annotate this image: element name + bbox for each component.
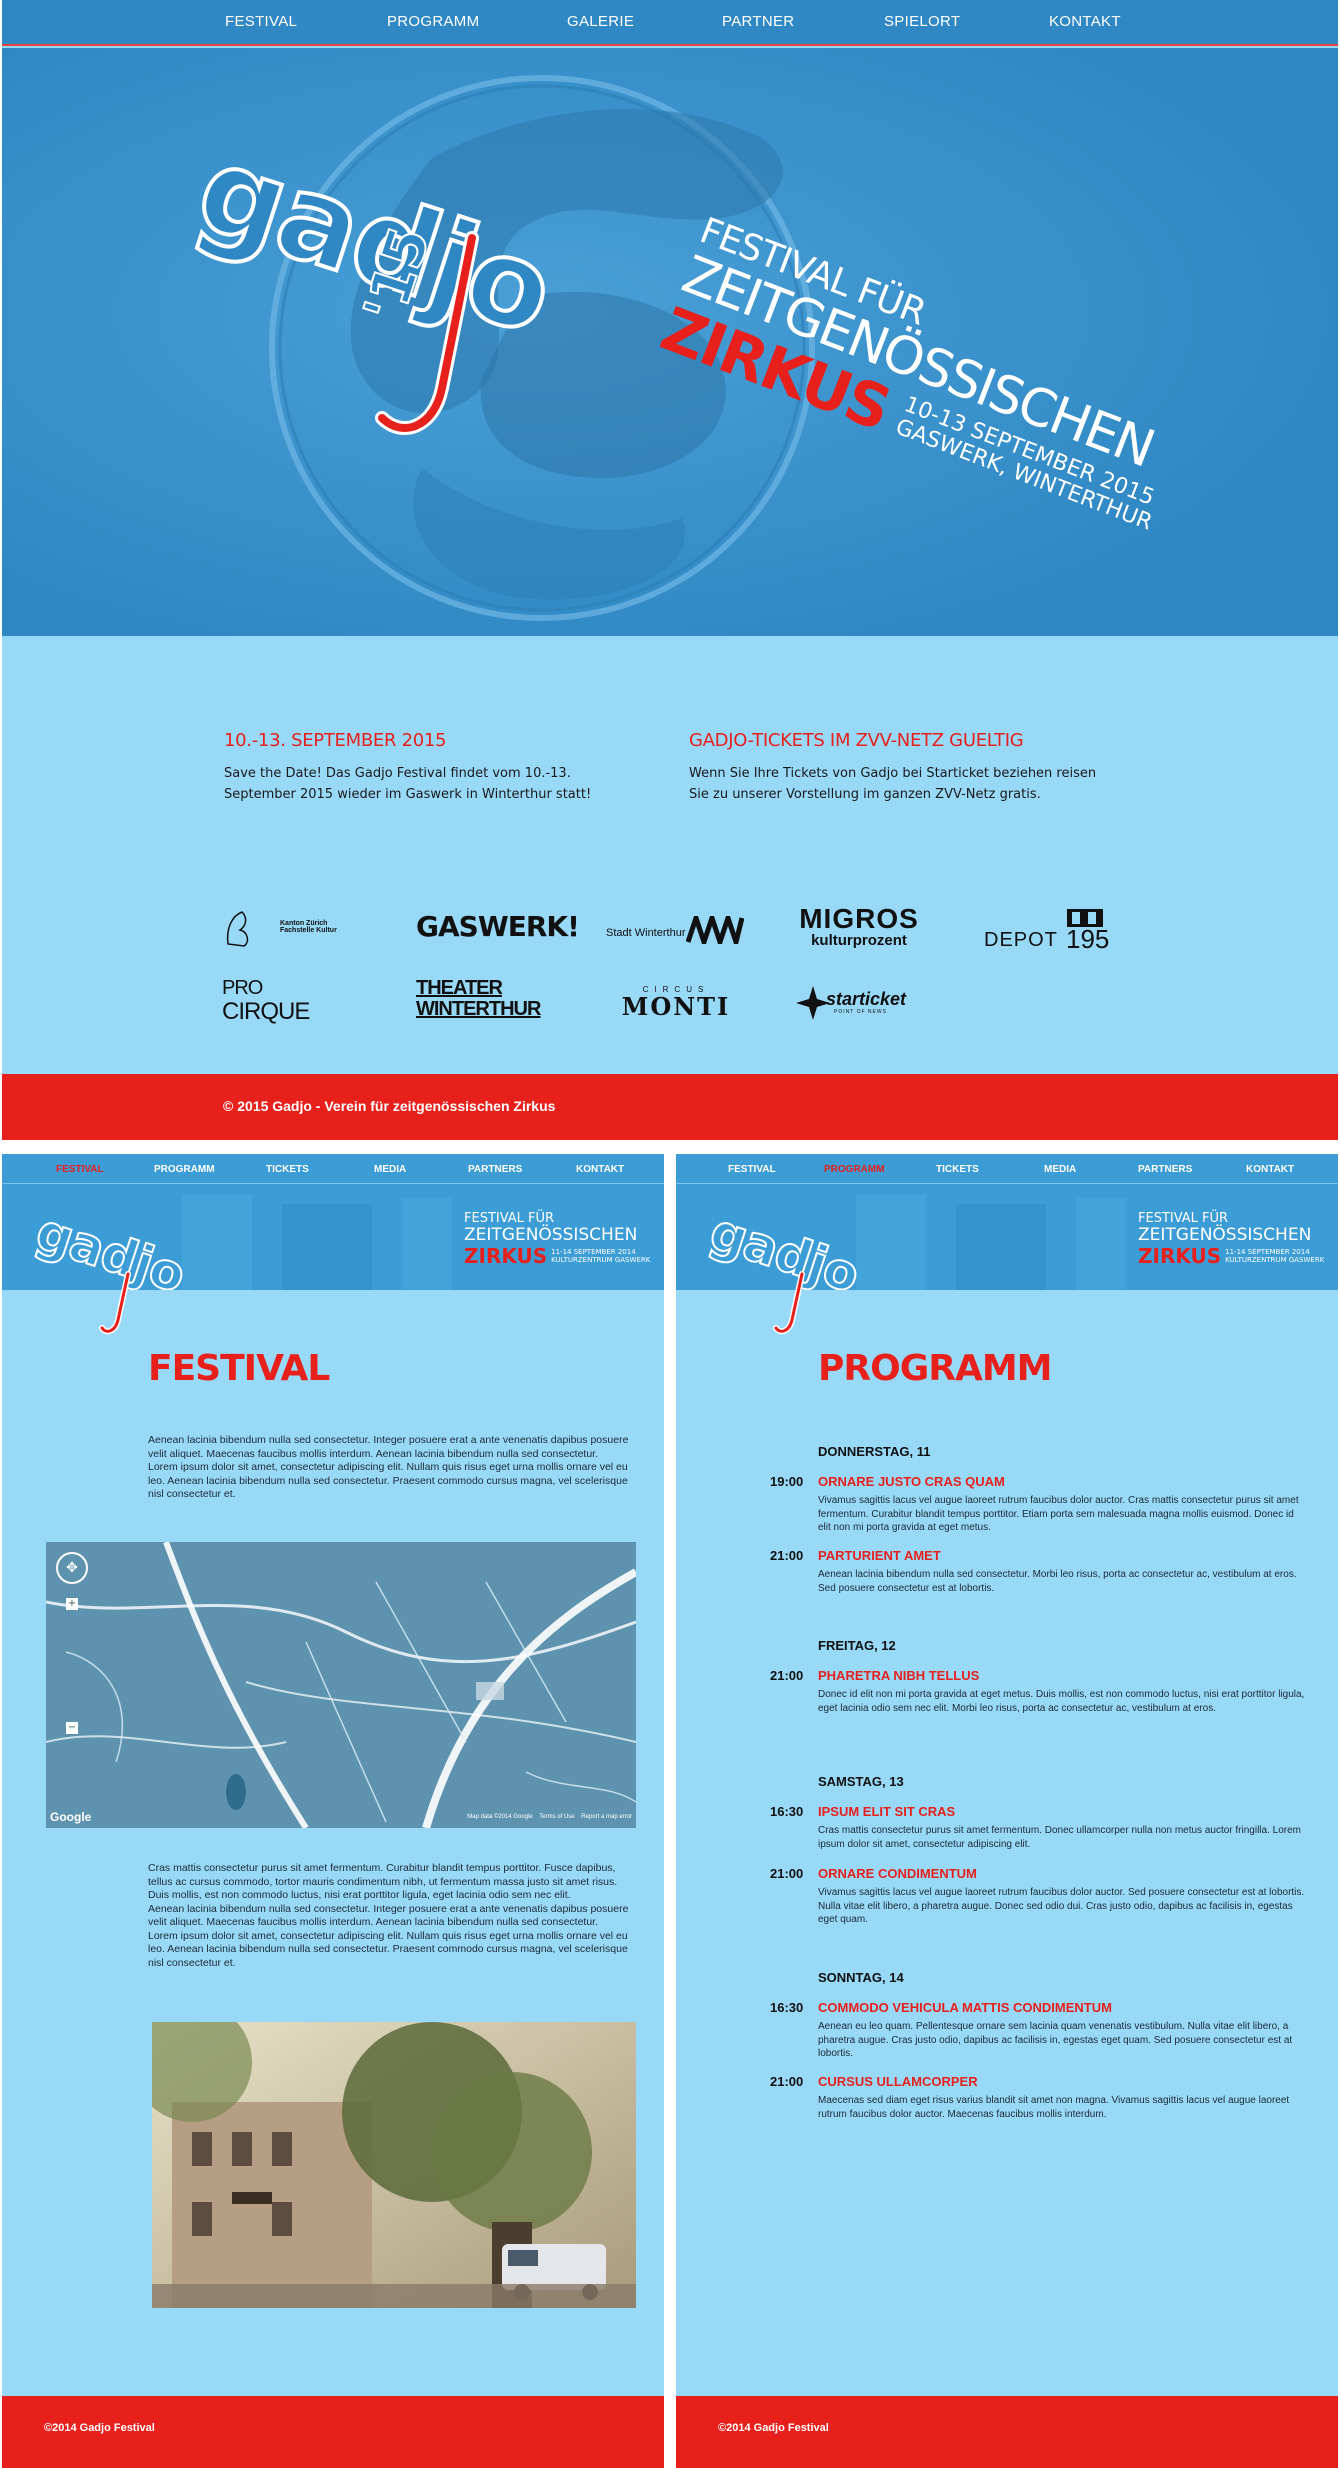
festival-page: FESTIVAL PROGRAMM TICKETS MEDIA PARTNERS…	[2, 1154, 664, 2468]
sponsor-pro-cirque[interactable]: PRO CIRQUE	[222, 978, 332, 1025]
event-title[interactable]: ORNARE JUSTO CRAS QUAM	[818, 1474, 1005, 1489]
day-heading: SONNTAG, 14	[818, 1970, 904, 1985]
event-time: 21:00	[770, 1548, 804, 1563]
subnav-media[interactable]: MEDIA	[374, 1164, 406, 1175]
logo-j-hook-icon	[375, 231, 479, 435]
programm-copyright: ©2014 Gadjo Festival	[718, 2422, 829, 2434]
event-time: 21:00	[770, 1668, 804, 1683]
gaswerk-building-image	[152, 2022, 636, 2308]
subnav-kontakt[interactable]: KONTAKT	[576, 1164, 624, 1175]
event-description: Cras mattis consectetur purus sit amet f…	[818, 1825, 1301, 1850]
festival-footer: ©2014 Gadjo Festival	[2, 2396, 664, 2468]
main-nav: FESTIVAL PROGRAMM GALERIE PARTNER SPIELO…	[2, 0, 1338, 46]
location-map[interactable]: ✥ + − Google Map data ©2014 Google Terms…	[46, 1542, 636, 1828]
map-google-label: Google	[50, 1810, 92, 1824]
festival-copyright: ©2014 Gadjo Festival	[44, 2422, 155, 2434]
star-icon	[796, 986, 830, 1020]
subnav-tickets[interactable]: TICKETS	[266, 1164, 309, 1175]
festival-body-text: Cras mattis consectetur purus sit amet f…	[148, 1862, 629, 1969]
event-time: 21:00	[770, 1866, 804, 1881]
event-description: Maecenas sed diam eget risus varius blan…	[818, 2095, 1290, 2120]
venue-photo	[152, 2022, 636, 2308]
nav-galerie[interactable]: GALERIE	[567, 13, 634, 30]
subnav-festival[interactable]: FESTIVAL	[728, 1164, 776, 1175]
sponsor-migros[interactable]: MIGROS kulturprozent	[794, 904, 924, 949]
nav-partner[interactable]: PARTNER	[722, 13, 794, 30]
programm-subnav: FESTIVAL PROGRAMM TICKETS MEDIA PARTNERS…	[676, 1154, 1338, 1184]
info-date-text: Save the Date! Das Gadjo Festival findet…	[224, 766, 592, 802]
event-time: 16:30	[770, 1804, 804, 1819]
info-date-heading: 10.-13. SEPTEMBER 2015	[224, 730, 447, 751]
festival-subnav: FESTIVAL PROGRAMM TICKETS MEDIA PARTNERS…	[2, 1154, 664, 1184]
subnav-kontakt[interactable]: KONTAKT	[1246, 1164, 1294, 1175]
sponsor-theater-winterthur[interactable]: THEATER WINTERTHUR	[416, 978, 546, 1020]
programm-footer: ©2014 Gadjo Festival	[676, 2396, 1338, 2468]
logo-j-hook-icon	[99, 1271, 131, 1335]
event-time: 16:30	[770, 2000, 804, 2015]
nav-kontakt[interactable]: KONTAKT	[1049, 13, 1121, 30]
hero-banner: gadjo '15 FESTIVAL FÜR ZEITGENÖSSISCHEN …	[2, 48, 1338, 636]
event-title[interactable]: COMMODO VEHICULA MATTIS CONDIMENTUM	[818, 2000, 1112, 2015]
festival-slogan-small: FESTIVAL FÜR ZEITGENÖSSISCHEN ZIRKUS 11-1…	[464, 1211, 651, 1268]
subnav-partners[interactable]: PARTNERS	[1138, 1164, 1192, 1175]
event-title[interactable]: ORNARE CONDIMENTUM	[818, 1866, 977, 1881]
sponsor-circus-monti[interactable]: CIRCUS MONTI	[606, 985, 746, 1019]
info-tickets-text: Wenn Sie Ihre Tickets von Gadjo bei Star…	[689, 766, 1097, 802]
winterthur-emblem-icon	[686, 916, 744, 944]
subnav-programm[interactable]: PROGRAMM	[824, 1164, 885, 1175]
subnav-festival[interactable]: FESTIVAL	[56, 1164, 104, 1175]
page-title: FESTIVAL	[148, 1348, 330, 1389]
logo-j-hook-icon	[773, 1271, 805, 1335]
map-pan-control-icon[interactable]: ✥	[56, 1552, 88, 1584]
subnav-partners[interactable]: PARTNERS	[468, 1164, 522, 1175]
info-tickets-heading: GADJO-TICKETS IM ZVV-NETZ GUELTIG	[689, 730, 1024, 751]
sponsor-stadt-winterthur[interactable]: Stadt Winterthur	[606, 927, 685, 940]
subnav-programm[interactable]: PROGRAMM	[154, 1164, 215, 1175]
page-root: FESTIVAL PROGRAMM GALERIE PARTNER SPIELO…	[0, 0, 1340, 2468]
info-tickets: GADJO-TICKETS IM ZVV-NETZ GUELTIG Wenn S…	[689, 730, 1119, 805]
landing-page: FESTIVAL PROGRAMM GALERIE PARTNER SPIELO…	[2, 0, 1338, 1140]
landing-footer: © 2015 Gadjo - Verein für zeitgenössisch…	[2, 1074, 1338, 1140]
map-zoom-out-icon[interactable]: −	[66, 1722, 78, 1734]
sponsor-logos: Kanton Zürich Fachstelle Kultur GASWERK!…	[222, 903, 1110, 1025]
nav-festival[interactable]: FESTIVAL	[225, 13, 297, 30]
programm-slogan-small: FESTIVAL FÜR ZEITGENÖSSISCHEN ZIRKUS 11-1…	[1138, 1211, 1325, 1268]
sponsor-gaswerk[interactable]: GASWERK!	[416, 912, 580, 942]
nav-programm[interactable]: PROGRAMM	[387, 13, 479, 30]
map-attribution[interactable]: Map data ©2014 Google Terms of Use Repor…	[467, 1814, 632, 1820]
info-date: 10.-13. SEPTEMBER 2015 Save the Date! Da…	[224, 730, 644, 805]
event-title[interactable]: CURSUS ULLAMCORPER	[818, 2074, 978, 2089]
event-title[interactable]: IPSUM ELIT SIT CRAS	[818, 1804, 955, 1819]
subnav-tickets[interactable]: TICKETS	[936, 1164, 979, 1175]
day-heading: SAMSTAG, 13	[818, 1774, 904, 1789]
nav-spielort[interactable]: SPIELORT	[884, 13, 960, 30]
lion-icon	[226, 911, 249, 947]
day-heading: DONNERSTAG, 11	[818, 1444, 931, 1459]
event-description: Vivamus sagittis lacus vel augue laoreet…	[818, 1495, 1299, 1533]
day-heading: FREITAG, 12	[818, 1638, 896, 1653]
event-description: Donec id elit non mi porta gravida at eg…	[818, 1689, 1305, 1714]
map-zoom-in-icon[interactable]: +	[66, 1598, 78, 1610]
event-time: 21:00	[770, 2074, 804, 2089]
festival-intro-text: Aenean lacinia bibendum nulla sed consec…	[148, 1434, 629, 1500]
subnav-media[interactable]: MEDIA	[1044, 1164, 1076, 1175]
event-title[interactable]: PHARETRA NIBH TELLUS	[818, 1668, 979, 1683]
event-description: Vivamus sagittis lacus vel augue laoreet…	[818, 1887, 1305, 1925]
event-time: 19:00	[770, 1474, 804, 1489]
event-title[interactable]: PARTURIENT AMET	[818, 1548, 941, 1563]
event-description: Aenean lacinia bibendum nulla sed consec…	[818, 1569, 1297, 1594]
event-description: Aenean eu leo quam. Pellentesque ornare …	[818, 2021, 1293, 2059]
copyright-text: © 2015 Gadjo - Verein für zeitgenössisch…	[223, 1098, 556, 1114]
page-title: PROGRAMM	[818, 1348, 1052, 1389]
map-streets	[46, 1542, 636, 1828]
